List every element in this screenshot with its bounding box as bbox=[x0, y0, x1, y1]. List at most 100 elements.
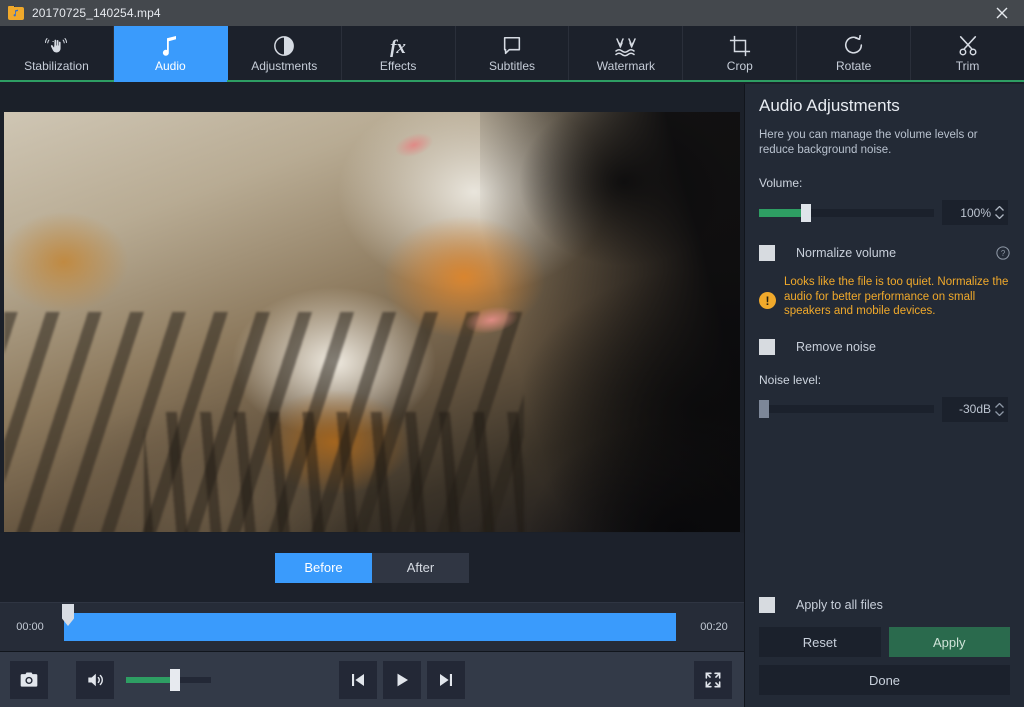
speaker-icon bbox=[88, 673, 103, 686]
music-note-icon bbox=[160, 33, 180, 57]
close-button[interactable] bbox=[979, 0, 1024, 26]
after-button[interactable]: After bbox=[372, 552, 469, 583]
audio-adjustments-panel: Audio Adjustments Here you can manage th… bbox=[744, 84, 1024, 707]
skip-previous-icon bbox=[352, 673, 364, 686]
player-volume-fill bbox=[126, 676, 174, 683]
transport-controls bbox=[339, 660, 465, 699]
timeline-start-time: 00:00 bbox=[16, 621, 44, 633]
done-button[interactable]: Done bbox=[759, 665, 1010, 695]
action-button-row: Reset Apply bbox=[759, 627, 1010, 657]
snapshot-button[interactable] bbox=[10, 660, 48, 699]
timeline[interactable]: 00:00 00:20 bbox=[0, 602, 744, 652]
fullscreen-button[interactable] bbox=[694, 660, 732, 699]
tab-watermark[interactable]: Watermark bbox=[569, 26, 684, 80]
volume-label: Volume: bbox=[759, 176, 803, 190]
noise-level-label: Noise level: bbox=[759, 372, 822, 387]
play-button[interactable] bbox=[383, 660, 421, 699]
remove-noise-label: Remove noise bbox=[796, 339, 876, 354]
hand-shake-icon bbox=[45, 33, 68, 57]
rotate-icon bbox=[843, 33, 865, 57]
watermark-icon bbox=[613, 33, 639, 57]
noise-level-spinner-arrows[interactable] bbox=[995, 402, 1004, 416]
tab-label: Watermark bbox=[596, 59, 656, 73]
warning-text: Looks like the file is too quiet. Normal… bbox=[784, 276, 1009, 317]
panel-footer: Apply to all files Reset Apply Done bbox=[759, 597, 1010, 695]
noise-level-value: -30dB bbox=[958, 402, 991, 416]
volume-value: 100% bbox=[960, 205, 991, 220]
volume-slider[interactable] bbox=[759, 203, 934, 222]
timeline-track[interactable] bbox=[60, 602, 684, 652]
before-after-strip: Before After bbox=[0, 533, 744, 602]
noise-level-row: -30dB bbox=[759, 396, 1010, 422]
tab-label: Subtitles bbox=[488, 59, 536, 73]
music-note-glyph bbox=[13, 9, 18, 17]
noise-level-slider[interactable] bbox=[759, 400, 934, 418]
fullscreen-icon bbox=[705, 672, 721, 687]
video-editor-window: 20170725_140254.mp4 Stabilization Audio … bbox=[0, 0, 1024, 707]
close-icon bbox=[996, 7, 1007, 19]
tab-subtitles[interactable]: Subtitles bbox=[455, 26, 570, 80]
tab-crop[interactable]: Crop bbox=[683, 26, 798, 80]
tab-label: Trim bbox=[955, 59, 980, 73]
video-frame[interactable] bbox=[4, 112, 740, 532]
tab-audio[interactable]: Audio bbox=[113, 26, 228, 82]
chevron-down-icon[interactable] bbox=[995, 214, 1004, 219]
player-volume-slider[interactable] bbox=[126, 668, 211, 691]
volume-spinbox[interactable]: 100% bbox=[942, 200, 1008, 225]
player-volume-button[interactable] bbox=[76, 660, 114, 699]
tab-label: Audio bbox=[154, 59, 186, 73]
svg-text:?: ? bbox=[1001, 249, 1006, 258]
fx-icon: fx bbox=[385, 33, 411, 57]
apply-button[interactable]: Apply bbox=[888, 627, 1010, 657]
tab-rotate[interactable]: Rotate bbox=[797, 26, 912, 80]
tab-stabilization[interactable]: Stabilization bbox=[0, 26, 114, 80]
timeline-end-time: 00:20 bbox=[700, 621, 728, 633]
remove-noise-checkbox[interactable] bbox=[759, 338, 775, 355]
scissors-icon bbox=[957, 33, 979, 57]
tab-adjustments[interactable]: Adjustments bbox=[227, 26, 342, 80]
tab-label: Stabilization bbox=[24, 59, 89, 73]
volume-spinner-arrows[interactable] bbox=[995, 206, 1004, 219]
volume-slider-knob[interactable] bbox=[801, 203, 811, 222]
tab-label: Adjustments bbox=[251, 59, 318, 73]
speech-bubble-icon bbox=[501, 33, 523, 57]
crop-icon bbox=[729, 33, 751, 57]
tab-label: Rotate bbox=[836, 59, 872, 73]
contrast-circle-icon bbox=[273, 33, 295, 57]
window-title: 20170725_140254.mp4 bbox=[32, 6, 161, 20]
previous-button[interactable] bbox=[339, 660, 377, 699]
timeline-progress bbox=[64, 613, 676, 641]
next-button[interactable] bbox=[427, 660, 465, 699]
tool-tabbar: Stabilization Audio Adjustments fx Effec… bbox=[0, 26, 1024, 82]
tab-trim[interactable]: Trim bbox=[911, 26, 1024, 80]
play-icon bbox=[397, 673, 408, 686]
chevron-down-icon[interactable] bbox=[995, 410, 1004, 416]
tab-label: Crop bbox=[726, 59, 753, 73]
tab-effects[interactable]: fx Effects bbox=[341, 26, 456, 80]
normalize-warning: ! Looks like the file is too quiet. Norm… bbox=[759, 275, 1010, 319]
skip-next-icon bbox=[440, 673, 452, 686]
volume-row: 100% bbox=[759, 200, 1010, 225]
chevron-up-icon[interactable] bbox=[995, 206, 1004, 211]
normalize-volume-label: Normalize volume bbox=[796, 246, 897, 260]
normalize-volume-checkbox[interactable] bbox=[759, 245, 775, 261]
preview-pane: Before After 00:00 00:20 bbox=[0, 84, 744, 707]
video-file-icon bbox=[8, 6, 24, 20]
panel-title: Audio Adjustments bbox=[759, 96, 900, 115]
video-preview-area bbox=[0, 84, 744, 533]
video-still-image bbox=[4, 112, 740, 532]
noise-level-slider-knob[interactable] bbox=[759, 400, 769, 418]
player-controls bbox=[0, 652, 744, 707]
panel-description: Here you can manage the volume levels or… bbox=[759, 129, 978, 156]
player-volume-knob[interactable] bbox=[170, 668, 180, 691]
reset-button[interactable]: Reset bbox=[759, 627, 881, 657]
normalize-volume-row[interactable]: Normalize volume ? bbox=[759, 245, 1010, 261]
chevron-up-icon[interactable] bbox=[995, 402, 1004, 408]
noise-level-spinbox[interactable]: -30dB bbox=[942, 396, 1008, 422]
apply-all-row[interactable]: Apply to all files bbox=[759, 597, 1010, 613]
apply-to-all-checkbox[interactable] bbox=[759, 597, 775, 613]
before-button[interactable]: Before bbox=[275, 552, 372, 583]
camera-icon bbox=[20, 672, 38, 687]
question-mark-icon[interactable]: ? bbox=[996, 246, 1010, 260]
remove-noise-row[interactable]: Remove noise bbox=[759, 338, 1010, 355]
